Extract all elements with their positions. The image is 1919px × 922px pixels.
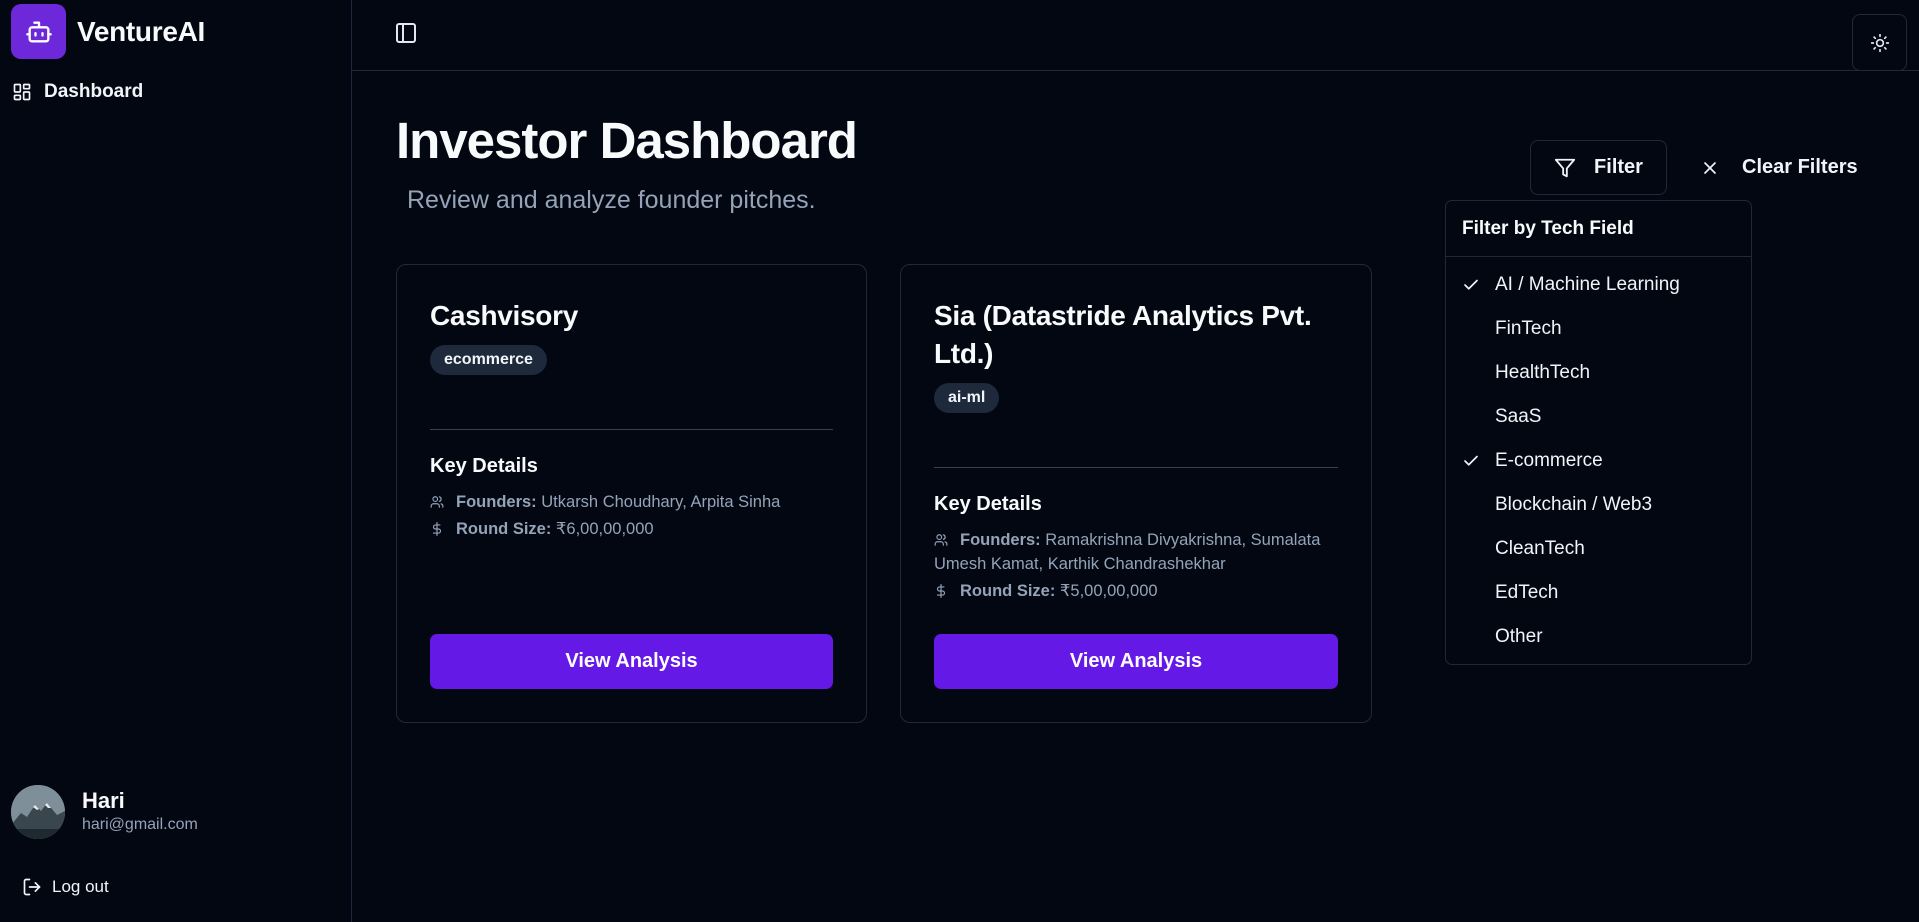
app-root: VentureAI Dashboard Hari hari@gmail.com … bbox=[0, 0, 1919, 922]
app-name: VentureAI bbox=[77, 15, 206, 47]
founders-value: Utkarsh Choudhary, Arpita Sinha bbox=[541, 493, 781, 511]
founders-label: Founders: bbox=[960, 531, 1041, 549]
filter-dropdown-menu: Filter by Tech Field AI / Machine Learni… bbox=[1445, 200, 1752, 665]
close-icon bbox=[1704, 161, 1716, 174]
tech-tag-badge: ecommerce bbox=[430, 345, 547, 375]
filter-button[interactable]: Filter bbox=[1530, 140, 1667, 195]
dropdown-option[interactable]: EdTech bbox=[1446, 571, 1751, 615]
sidebar: VentureAI Dashboard Hari hari@gmail.com … bbox=[0, 0, 352, 922]
dropdown-option-label: SaaS bbox=[1495, 406, 1542, 427]
dropdown-option[interactable]: AI / Machine Learning bbox=[1446, 263, 1751, 307]
dropdown-option-label: AI / Machine Learning bbox=[1495, 274, 1680, 295]
key-details-heading: Key Details bbox=[934, 493, 1042, 515]
user-info: Hari hari@gmail.com bbox=[82, 788, 198, 836]
founders-detail: Founders: Utkarsh Choudhary, Arpita Sinh… bbox=[430, 491, 836, 515]
check-icon bbox=[1462, 452, 1480, 470]
user-email: hari@gmail.com bbox=[82, 816, 198, 833]
dollar-icon bbox=[430, 520, 444, 542]
dropdown-option[interactable]: Other bbox=[1446, 615, 1751, 659]
dashboard-grid-icon bbox=[13, 83, 31, 101]
users-icon bbox=[430, 493, 444, 515]
dollar-icon bbox=[934, 582, 948, 604]
dropdown-option-label: HealthTech bbox=[1495, 362, 1591, 383]
sidebar-item-label: Dashboard bbox=[44, 81, 144, 102]
dropdown-option[interactable]: Blockchain / Web3 bbox=[1446, 483, 1751, 527]
brand[interactable]: VentureAI bbox=[11, 4, 205, 59]
dropdown-option[interactable]: SaaS bbox=[1446, 395, 1751, 439]
pitch-card: Sia (Datastride Analytics Pvt. Ltd.) ai-… bbox=[900, 264, 1372, 723]
theme-toggle-button[interactable] bbox=[1852, 14, 1907, 71]
dropdown-options: AI / Machine Learning FinTech HealthTech Sa… bbox=[1446, 257, 1751, 659]
founders-detail: Founders: Ramakrishna Divyakrishna, Suma… bbox=[934, 529, 1341, 575]
logout-label: Log out bbox=[52, 877, 109, 896]
clear-filters-button[interactable]: Clear Filters bbox=[1700, 140, 1858, 195]
sun-icon bbox=[1870, 33, 1889, 52]
clear-filters-label: Clear Filters bbox=[1742, 156, 1858, 178]
dropdown-option-label: EdTech bbox=[1495, 582, 1559, 603]
founders-label: Founders: bbox=[456, 493, 537, 511]
pitch-card: Cashvisory ecommerce Key Details Founder… bbox=[396, 264, 867, 723]
page-title: Investor Dashboard bbox=[396, 112, 858, 169]
dropdown-option[interactable]: E-commerce bbox=[1446, 439, 1751, 483]
view-analysis-button[interactable]: View Analysis bbox=[934, 634, 1338, 689]
tech-tag-badge: ai-ml bbox=[934, 383, 1000, 413]
dropdown-option-label: E-commerce bbox=[1495, 450, 1603, 471]
sidebar-toggle-button[interactable] bbox=[394, 21, 418, 45]
dropdown-option[interactable]: CleanTech bbox=[1446, 527, 1751, 571]
filter-button-label: Filter bbox=[1594, 156, 1643, 178]
card-divider bbox=[430, 429, 833, 430]
user-profile[interactable]: Hari hari@gmail.com bbox=[11, 785, 198, 839]
panel-left-icon bbox=[396, 23, 416, 43]
card-title: Cashvisory bbox=[430, 300, 578, 331]
round-size-value: ₹6,00,00,000 bbox=[555, 520, 654, 538]
round-size-label: Round Size: bbox=[960, 582, 1056, 600]
round-size-label: Round Size: bbox=[456, 520, 552, 538]
filter-funnel-icon bbox=[1554, 158, 1576, 177]
round-size-detail: Round Size: ₹6,00,00,000 bbox=[430, 518, 836, 542]
view-analysis-button[interactable]: View Analysis bbox=[430, 634, 833, 689]
dropdown-option[interactable]: FinTech bbox=[1446, 307, 1751, 351]
dropdown-option-label: CleanTech bbox=[1495, 538, 1585, 559]
card-divider bbox=[934, 467, 1338, 468]
card-title: Sia (Datastride Analytics Pvt. Ltd.) bbox=[934, 300, 1312, 369]
user-name: Hari bbox=[82, 788, 125, 813]
round-size-detail: Round Size: ₹5,00,00,000 bbox=[934, 580, 1341, 604]
dropdown-option-label: Other bbox=[1495, 626, 1543, 647]
dropdown-title: Filter by Tech Field bbox=[1446, 201, 1751, 257]
dropdown-option-label: Blockchain / Web3 bbox=[1495, 494, 1653, 515]
topbar bbox=[352, 0, 1919, 71]
sidebar-item-dashboard[interactable]: Dashboard bbox=[12, 78, 143, 106]
dropdown-option-label: FinTech bbox=[1495, 318, 1562, 339]
avatar bbox=[11, 785, 65, 839]
users-icon bbox=[934, 531, 948, 553]
logout-button[interactable]: Log out bbox=[22, 877, 109, 897]
page-subtitle: Review and analyze founder pitches. bbox=[407, 186, 816, 214]
robot-logo-icon bbox=[11, 4, 66, 59]
check-icon bbox=[1462, 276, 1480, 294]
key-details-heading: Key Details bbox=[430, 455, 538, 477]
round-size-value: ₹5,00,00,000 bbox=[1059, 582, 1158, 600]
dropdown-option[interactable]: HealthTech bbox=[1446, 351, 1751, 395]
logout-icon bbox=[23, 878, 41, 896]
